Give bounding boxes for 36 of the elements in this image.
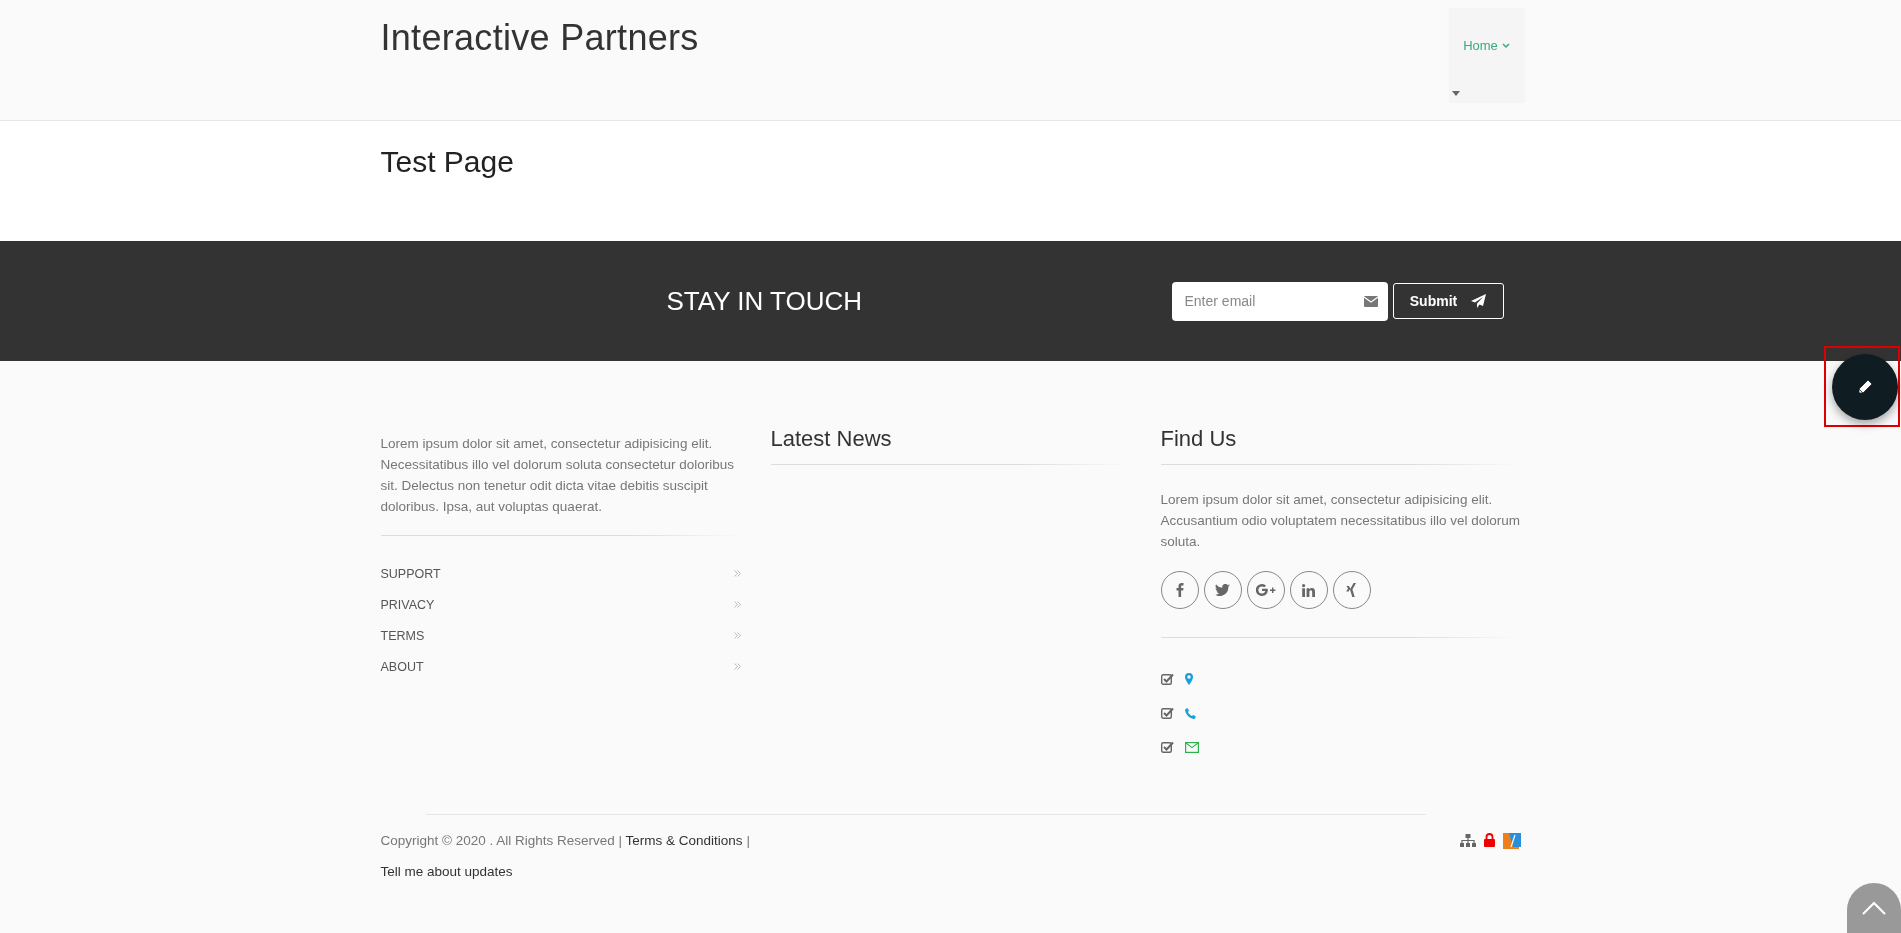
footer-link[interactable]: SUPPORT xyxy=(380,558,741,589)
xing-icon xyxy=(1346,583,1357,597)
double-chevron-icon xyxy=(733,632,741,639)
double-chevron-icon xyxy=(733,663,741,670)
back-to-top-button[interactable] xyxy=(1847,883,1901,933)
about-text: Lorem ipsum dolor sit amet, consectetur adipisicing elit. Necessitatibus illo vel dolorum soluta consectetur doloribus sit. Delectus non tenetur odit dicta vitae debitis suscipit doloribus. Ipsa, aut voluptas quaerat. xyxy=(380,435,735,516)
copyright-text: Copyright © 2020 . All Rights Reserved | Terms & Conditions | xyxy=(380,832,750,848)
find-us-text: Lorem ipsum dolor sit amet, consectetur adipisicing elit. Accusantium odio voluptatem necessitatibus illo vel dolorum soluta. xyxy=(1160,491,1521,551)
chevron-up-icon xyxy=(1862,901,1886,915)
double-chevron-icon xyxy=(733,570,741,577)
email-field[interactable]: Enter email xyxy=(1171,281,1388,321)
column-heading: Latest News xyxy=(770,425,893,453)
paper-plane-icon xyxy=(1471,294,1487,308)
site-title[interactable]: Interactive Partners xyxy=(380,17,699,59)
footer-link[interactable]: PRIVACY xyxy=(380,589,741,620)
page-title: Test Page xyxy=(380,144,515,179)
double-chevron-icon xyxy=(733,601,741,608)
submit-button[interactable]: Submit xyxy=(1392,283,1504,319)
newsletter-heading: STAY IN TOUCH xyxy=(666,285,864,317)
letter-f-icon xyxy=(1175,583,1184,597)
terms-link[interactable]: Terms & Conditions xyxy=(625,832,743,848)
caret-icon xyxy=(1451,91,1460,96)
footer-link[interactable]: TERMS xyxy=(380,620,741,651)
envelope-icon xyxy=(1363,295,1378,307)
footer-link[interactable]: ABOUT xyxy=(380,651,741,682)
g-plus-icon xyxy=(1255,584,1276,596)
in-icon xyxy=(1302,583,1315,597)
sitemap-icon xyxy=(1459,833,1476,847)
lock-icon xyxy=(1483,833,1495,847)
updates-link[interactable]: Tell me about updates xyxy=(380,864,1521,879)
bird-icon xyxy=(1215,584,1230,596)
logo-icon xyxy=(1502,831,1521,849)
pencil-icon xyxy=(1857,378,1873,395)
column-heading: Find Us xyxy=(1160,425,1238,453)
edit-button[interactable] xyxy=(1832,353,1898,420)
chevron-down-icon xyxy=(1501,42,1510,49)
